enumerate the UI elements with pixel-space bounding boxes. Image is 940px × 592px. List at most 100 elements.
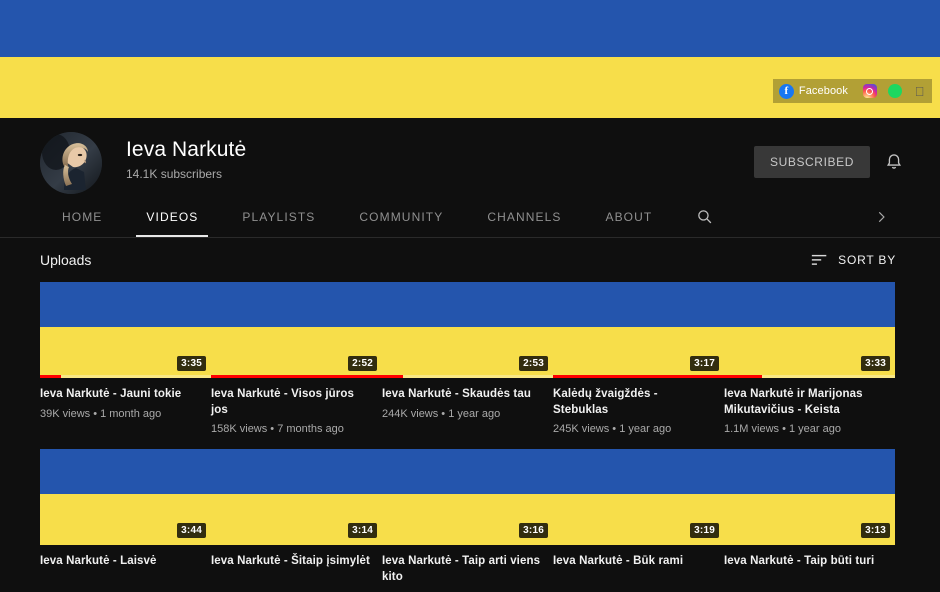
thumbnail-blue-band <box>553 449 724 495</box>
tab-home[interactable]: HOME <box>40 196 124 237</box>
video-duration: 3:14 <box>348 523 377 539</box>
watch-progress-bar <box>40 375 211 378</box>
tab-channels[interactable]: CHANNELS <box>465 196 583 237</box>
video-thumbnail[interactable]: 2:53 <box>382 282 553 378</box>
thumbnail-blue-band <box>724 282 895 328</box>
sort-by-button[interactable]: SORT BY <box>811 253 896 267</box>
banner-blue-stripe <box>0 0 940 57</box>
tab-about[interactable]: ABOUT <box>583 196 674 237</box>
video-duration: 3:33 <box>861 356 890 371</box>
channel-meta: Ieva Narkutė 14.1K subscribers <box>126 132 246 181</box>
video-thumbnail[interactable]: 3:33 <box>724 282 895 378</box>
thumbnail-blue-band <box>211 449 382 495</box>
thumbnail-blue-band <box>382 449 553 495</box>
channel-tab-bar: HOME VIDEOS PLAYLISTS COMMUNITY CHANNELS… <box>0 196 940 238</box>
video-title[interactable]: Ieva Narkutė - Jauni tokie <box>40 387 203 403</box>
subscribed-button[interactable]: SUBSCRIBED <box>753 146 870 178</box>
channel-header: Ieva Narkutė 14.1K subscribers SUBSCRIBE… <box>0 118 940 196</box>
video-stats: 39K views • 1 month ago <box>40 407 162 420</box>
thumbnail-blue-band <box>211 282 382 328</box>
avatar-image <box>40 132 102 194</box>
thumbnail-blue-band <box>40 282 211 328</box>
watch-progress-bar <box>553 375 724 378</box>
social-link-apple-music[interactable]:  <box>907 79 932 103</box>
watch-progress-bar <box>724 375 895 378</box>
video-card[interactable]: 3:35 Ieva Narkutė - Jauni tokie 39K view… <box>40 282 211 435</box>
video-thumbnail[interactable]: 3:17 <box>553 282 724 378</box>
video-duration: 3:13 <box>861 523 890 539</box>
video-card-body: Ieva Narkutė - Būk rami <box>553 545 724 570</box>
channel-name: Ieva Narkutė <box>126 138 247 161</box>
video-title[interactable]: Ieva Narkutė - Šitaip įsimylėt <box>211 554 374 570</box>
video-title[interactable]: Ieva Narkutė - Taip arti viens kito <box>382 554 545 585</box>
video-title[interactable]: Kalėdų žvaigždės - Stebuklas <box>553 387 716 418</box>
video-duration: 3:19 <box>690 523 719 539</box>
social-link-facebook[interactable]: f Facebook <box>772 79 857 103</box>
channel-banner: f Facebook  <box>0 0 940 118</box>
video-card-body: Ieva Narkutė ir Marijonas Mikutavičius -… <box>724 378 895 435</box>
thumbnail-blue-band <box>40 449 211 495</box>
tab-community[interactable]: COMMUNITY <box>337 196 465 237</box>
sort-icon <box>812 254 827 265</box>
watch-progress-fill <box>724 375 762 378</box>
sort-by-label: SORT BY <box>838 253 896 267</box>
subscriber-count: 14.1K subscribers <box>126 167 223 181</box>
video-title[interactable]: Ieva Narkutė ir Marijonas Mikutavičius -… <box>724 387 887 418</box>
thumbnail-blue-band <box>553 282 724 328</box>
video-card[interactable]: 3:19 Ieva Narkutė - Būk rami <box>553 449 724 585</box>
social-link-spotify[interactable] <box>882 79 907 103</box>
video-thumbnail[interactable]: 3:14 <box>211 449 382 546</box>
video-title[interactable]: Ieva Narkutė - Būk rami <box>553 554 716 570</box>
video-thumbnail[interactable]: 3:35 <box>40 282 211 378</box>
watch-progress-fill <box>553 375 724 378</box>
social-link-instagram[interactable] <box>857 79 882 103</box>
facebook-label: Facebook <box>798 85 848 97</box>
video-card-body: Kalėdų žvaigždės - Stebuklas 245K views … <box>553 378 724 435</box>
spotify-icon <box>887 84 902 98</box>
video-card[interactable]: 2:53 Ieva Narkutė - Skaudės tau 244K vie… <box>382 282 553 435</box>
video-thumbnail[interactable]: 3:13 <box>724 449 895 546</box>
video-card[interactable]: 3:44 Ieva Narkutė - Laisvė <box>40 449 211 585</box>
video-thumbnail[interactable]: 3:44 <box>40 449 211 546</box>
uploads-section-title: Uploads <box>40 252 92 268</box>
avatar[interactable] <box>40 132 102 194</box>
video-title[interactable]: Ieva Narkutė - Skaudės tau <box>382 387 545 403</box>
thumbnail-blue-band <box>724 449 895 495</box>
video-title[interactable]: Ieva Narkutė - Laisvė <box>40 554 203 570</box>
watch-progress-fill <box>382 375 403 378</box>
chevron-right-icon[interactable] <box>874 196 888 237</box>
banner-social-links: f Facebook  <box>772 79 932 103</box>
video-duration: 2:52 <box>348 356 377 371</box>
video-card[interactable]: 2:52 Ieva Narkutė - Visos jūros jos 158K… <box>211 282 382 435</box>
video-duration: 3:35 <box>177 356 206 371</box>
video-thumbnail[interactable]: 2:52 <box>211 282 382 378</box>
watch-progress-bar <box>211 375 382 378</box>
search-icon[interactable] <box>674 196 735 237</box>
video-card[interactable]: 3:33 Ieva Narkutė ir Marijonas Mikutavič… <box>724 282 895 435</box>
video-title[interactable]: Ieva Narkutė - Visos jūros jos <box>211 387 374 418</box>
video-stats: 245K views • 1 year ago <box>553 423 672 436</box>
video-duration: 3:16 <box>519 523 548 539</box>
bell-icon[interactable] <box>884 151 904 173</box>
uploads-bar: Uploads SORT BY <box>0 238 940 282</box>
video-card[interactable]: 3:17 Kalėdų žvaigždės - Stebuklas 245K v… <box>553 282 724 435</box>
watch-progress-fill <box>211 375 382 378</box>
video-thumbnail[interactable]: 3:19 <box>553 449 724 546</box>
video-title[interactable]: Ieva Narkutė - Taip būti turi <box>724 554 887 570</box>
watch-progress-fill <box>40 375 61 378</box>
video-card-body: Ieva Narkutė - Šitaip įsimylėt <box>211 545 382 570</box>
video-card-body: Ieva Narkutė - Taip būti turi <box>724 545 895 570</box>
video-card[interactable]: 3:13 Ieva Narkutė - Taip būti turi <box>724 449 895 585</box>
tab-videos[interactable]: VIDEOS <box>124 196 220 237</box>
video-card-body: Ieva Narkutė - Laisvė <box>40 545 211 570</box>
video-card[interactable]: 3:16 Ieva Narkutė - Taip arti viens kito <box>382 449 553 585</box>
video-thumbnail[interactable]: 3:16 <box>382 449 553 546</box>
video-duration: 3:44 <box>177 523 206 539</box>
video-stats: 158K views • 7 months ago <box>211 423 344 436</box>
video-grid-row-1: 3:35 Ieva Narkutė - Jauni tokie 39K view… <box>0 282 940 435</box>
facebook-icon: f <box>778 83 794 99</box>
video-card[interactable]: 3:14 Ieva Narkutė - Šitaip įsimylėt <box>211 449 382 585</box>
video-duration: 2:53 <box>519 356 548 371</box>
tab-playlists[interactable]: PLAYLISTS <box>220 196 337 237</box>
video-duration: 3:17 <box>690 356 719 371</box>
